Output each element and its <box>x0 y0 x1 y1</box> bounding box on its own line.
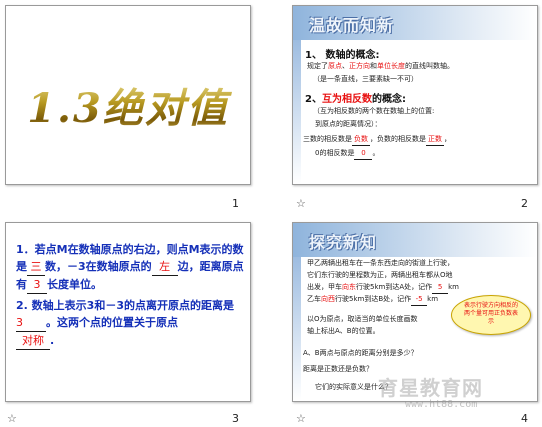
slide-2-thumbnail[interactable]: 温故而知新 1、 数轴的概念: 规定了原点、正方向和单位长度的直线叫数轴。 （是… <box>292 5 538 185</box>
problem-line-2: 它们东行驶的里程数为正，两辆出租车都从O地 <box>307 271 453 279</box>
slide-1-thumbnail[interactable]: 1.3绝对值 <box>5 5 251 185</box>
watermark-logo: 育星教育网 <box>378 376 483 400</box>
concept-2-line-4: 0的相反数是 0。 <box>315 147 379 160</box>
concept-1-definition: 规定了原点、正方向和单位长度的直线叫数轴。 <box>307 62 454 70</box>
problem-line-6: 轴上标出A、B的位置。 <box>307 327 380 335</box>
side-band <box>293 40 301 184</box>
question-1: 1．若点M在数轴原点的右边，则点M表示的数是三数，－3在数轴原点的左边，距离原点… <box>16 241 244 294</box>
slide-2-animation-icon[interactable]: ☆ <box>296 197 306 210</box>
question-2: 2. 数轴上表示3和－3的点离开原点的距离是3 。这两个点的位置关于原点 对称. <box>16 297 244 350</box>
slide-1-number: 1 <box>232 197 239 210</box>
slide-3-animation-icon[interactable]: ☆ <box>7 412 17 425</box>
concept-2-title: 2、互为相反数的概念: <box>305 94 406 105</box>
slide-4-number: 4 <box>521 412 528 425</box>
slide-3-number: 3 <box>232 412 239 425</box>
slide-2-number: 2 <box>521 197 528 210</box>
concept-2-note-1: （互为相反数的两个数在数轴上的位置: <box>313 107 435 115</box>
problem-line-1: 甲乙两辆出租车在一条东西走向的街道上行驶， <box>307 259 454 267</box>
slide-3-thumbnail[interactable]: 1．若点M在数轴原点的右边，则点M表示的数是三数，－3在数轴原点的左边，距离原点… <box>5 222 251 402</box>
slide-4-header: 探究新知 <box>309 233 378 252</box>
problem-line-5: 以O为原点，取适当的单位长度画数 <box>307 315 418 323</box>
side-band <box>293 257 301 401</box>
slide-2-header: 温故而知新 <box>309 16 395 35</box>
watermark-url: www.ht88.com <box>405 399 478 410</box>
problem-line-4: 乙车向西行驶5km到达B处，记作 -5 km <box>307 293 438 306</box>
callout-text: 表示行驶方向相反的两个量可用正负数表示 <box>463 302 518 325</box>
slide-1-title: 1.3绝对值 <box>6 76 250 134</box>
concept-2-line-3: 三数的相反数是 负数 ，负数的相反数是 正数， <box>303 133 451 146</box>
slide-4-animation-icon[interactable]: ☆ <box>296 412 306 425</box>
question-sign: 距离是正数还是负数？ <box>303 365 373 373</box>
callout-bubble: 表示行驶方向相反的两个量可用正负数表示 <box>451 295 531 335</box>
concept-1-note: （是一条直线，三要素缺一不可） <box>313 75 418 83</box>
concept-2-note-2: 到原点的距离情况）： <box>315 120 382 128</box>
concept-1-title: 1、 数轴的概念: <box>305 50 380 61</box>
question-distance: A、B两点与原点的距离分别是多少？ <box>303 349 418 357</box>
